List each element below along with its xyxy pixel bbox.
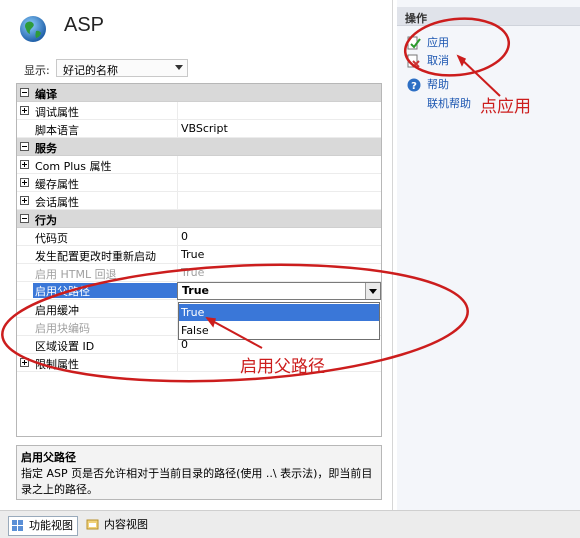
view-switcher-bar: 功能视图 内容视图 [0,510,580,538]
svg-text:?: ? [411,81,417,92]
property-name: 代码页 [35,232,68,245]
column-separator [177,228,178,245]
parent-path-annotation: 启用父路径 [240,357,325,377]
dropdown-option-true[interactable]: True [179,304,379,321]
features-view-icon [12,520,23,531]
expand-icon[interactable] [20,106,29,115]
features-panel: ASP 显示: 好记的名称 编译调试属性脚本语言 VBScript 服务 Com Pl… [0,0,393,510]
page-title: ASP [64,14,105,36]
expand-icon[interactable] [20,160,29,169]
column-separator [177,120,178,137]
property-name: Com Plus 属性 [35,160,112,173]
actions-header: 操作 [397,7,580,26]
property-name: 脚本语言 [35,124,79,137]
property-name: 发生配置更改时重新启动 [35,250,156,263]
property-name: 行为 [35,214,57,227]
description-box: 启用父路径 指定 ASP 页是否允许相对于当前目录的路径(使用 ..\ 表示法)… [16,445,382,500]
property-name: 启用缓冲 [35,304,79,317]
property-name: 限制属性 [35,358,79,371]
property-name: 服务 [35,142,57,155]
actions-panel: 操作 应用 取消 ? 帮助 联机帮助 [397,0,580,510]
property-row[interactable]: 启用父路径 True [17,282,381,300]
category-row[interactable]: 服务 [17,138,381,156]
description-title: 启用父路径 [21,451,76,464]
collapse-icon[interactable] [20,88,29,97]
property-name: 编译 [35,88,57,101]
category-row[interactable]: 行为 [17,210,381,228]
property-row[interactable]: 脚本语言 VBScript [17,120,381,138]
chevron-down-icon[interactable] [365,283,380,299]
property-row[interactable]: 会话属性 [17,192,381,210]
cancel-icon [407,54,420,68]
online-help-label: 联机帮助 [427,97,471,110]
tab-content-label: 内容视图 [104,518,148,531]
property-value: True [181,266,205,279]
display-mode-select[interactable]: 好记的名称 [56,59,188,77]
column-separator [177,156,178,173]
column-separator [177,102,178,119]
property-name: 启用块编码 [35,322,90,335]
enable-parent-paths-dropdown: True False [178,302,380,340]
display-mode-value: 好记的名称 [63,64,118,77]
expand-icon[interactable] [20,358,29,367]
collapse-icon[interactable] [20,214,29,223]
property-value: VBScript [181,122,228,135]
display-mode-label: 显示: [24,64,50,77]
column-separator [177,192,178,209]
property-name: 会话属性 [35,196,79,209]
apply-icon [407,36,421,50]
content-view-icon [86,519,99,530]
apply-label: 应用 [427,36,449,49]
property-value: True [182,284,210,297]
property-row[interactable]: 缓存属性 [17,174,381,192]
help-icon: ? [407,78,421,92]
tab-features-view[interactable]: 功能视图 [8,516,78,536]
display-mode-row: 显示: 好记的名称 [20,59,382,79]
property-grid: 编译调试属性脚本语言 VBScript 服务 Com Plus 属性 缓存属性会话属性行… [16,83,382,437]
column-separator [177,246,178,263]
property-name: 区域设置 ID [35,340,95,353]
property-row[interactable]: 限制属性 [17,354,381,372]
tab-features-label: 功能视图 [29,519,73,532]
property-name: 缓存属性 [35,178,79,191]
property-row[interactable]: 代码页 0 [17,228,381,246]
property-row[interactable]: 发生配置更改时重新启动 True [17,246,381,264]
enable-parent-paths-combo[interactable]: True [177,282,381,300]
actions-title: 操作 [405,12,427,25]
column-separator [177,264,178,281]
column-separator [177,174,178,191]
property-value: True [181,248,205,261]
property-value: 0 [181,230,188,243]
dropdown-option-false[interactable]: False [179,322,379,339]
property-name: 启用 HTML 回退 [35,268,117,281]
property-name: 启用父路径 [33,283,177,298]
description-text: 指定 ASP 页是否允许相对于当前目录的路径(使用 ..\ 表示法)，即当前目录… [21,467,373,496]
category-row[interactable]: 编译 [17,84,381,102]
globe-icon [20,16,46,42]
collapse-icon[interactable] [20,142,29,151]
property-row[interactable]: 启用 HTML 回退 True [17,264,381,282]
help-label: 帮助 [427,78,449,91]
column-separator [177,354,178,371]
expand-icon[interactable] [20,196,29,205]
apply-annotation: 点应用 [480,97,531,117]
cancel-label: 取消 [427,54,449,67]
expand-icon[interactable] [20,178,29,187]
property-name: 调试属性 [35,106,79,119]
property-row[interactable]: Com Plus 属性 [17,156,381,174]
property-row[interactable]: 调试属性 [17,102,381,120]
tab-content-view[interactable]: 内容视图 [84,516,152,534]
chevron-down-icon [175,65,183,70]
